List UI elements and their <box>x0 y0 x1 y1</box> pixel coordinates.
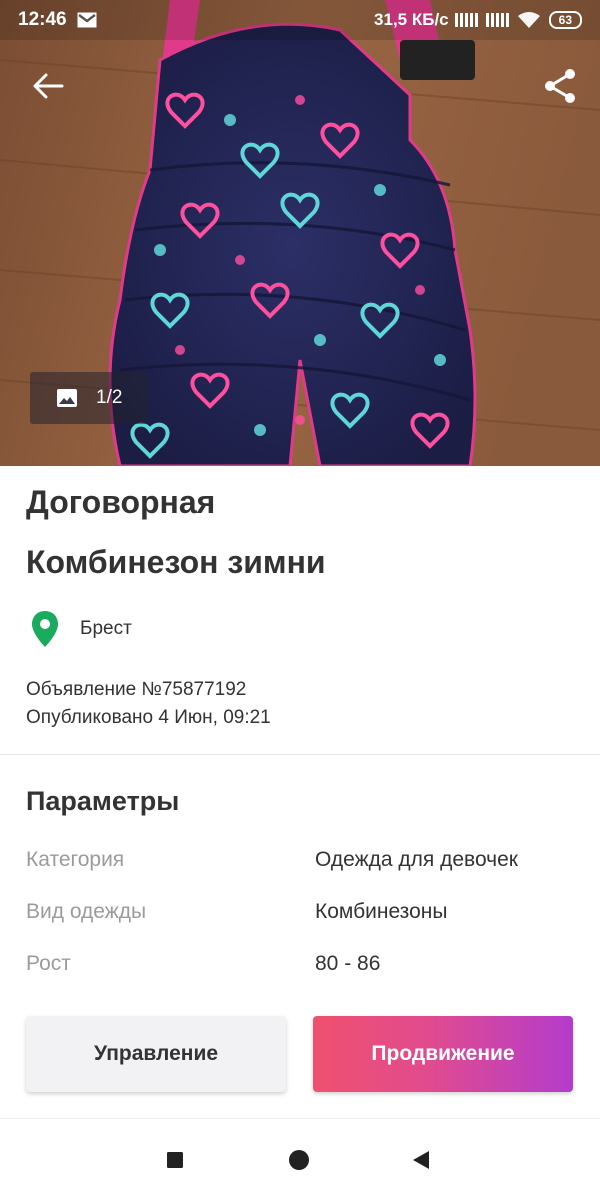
back-button[interactable] <box>24 62 72 110</box>
promote-button[interactable]: Продвижение <box>313 1016 573 1092</box>
ad-number: Объявление №75877192 <box>26 679 247 700</box>
share-icon <box>545 69 575 103</box>
param-value: Комбинезоны <box>315 900 448 923</box>
divider <box>0 754 600 755</box>
params-title: Параметры <box>26 786 180 816</box>
param-value: Одежда для девочек <box>315 848 518 871</box>
gmail-icon <box>77 12 97 28</box>
published-date: Опубликовано 4 Июн, 09:21 <box>26 707 271 728</box>
home-button[interactable] <box>284 1145 314 1175</box>
gallery-counter-text: 1/2 <box>96 387 123 408</box>
network-speed: 31,5 КБ/с <box>374 10 449 29</box>
back-triangle-icon <box>413 1151 429 1169</box>
recents-square-icon <box>167 1152 183 1168</box>
signal-icon <box>485 13 509 27</box>
manage-button[interactable]: Управление <box>26 1016 286 1092</box>
image-icon <box>57 389 77 407</box>
share-button[interactable] <box>536 62 584 110</box>
param-key: Вид одежды <box>26 900 147 923</box>
ad-title: Комбинезон зимни <box>26 544 326 580</box>
location-pin-icon <box>32 611 58 647</box>
param-value: 80 - 86 <box>315 952 381 975</box>
location[interactable]: Брест <box>30 610 132 648</box>
param-key: Категория <box>26 848 125 871</box>
arrow-left-icon <box>33 73 64 99</box>
gallery-counter[interactable]: 1/2 <box>30 372 148 424</box>
price: Договорная <box>26 484 216 520</box>
status-bar: 12:46 31,5 КБ/с 63 <box>0 0 600 40</box>
ad-meta: Объявление №75877192 Опубликовано 4 Июн,… <box>26 676 271 732</box>
system-back-button[interactable] <box>406 1145 436 1175</box>
signal-icon <box>454 13 478 27</box>
wifi-icon <box>517 12 540 28</box>
location-city: Брест <box>80 618 132 639</box>
status-time: 12:46 <box>18 9 67 30</box>
battery-icon: 63 <box>548 11 582 29</box>
recents-button[interactable] <box>160 1145 190 1175</box>
param-key: Рост <box>26 952 71 975</box>
system-navbar <box>0 1119 600 1198</box>
home-circle-icon <box>289 1150 309 1170</box>
